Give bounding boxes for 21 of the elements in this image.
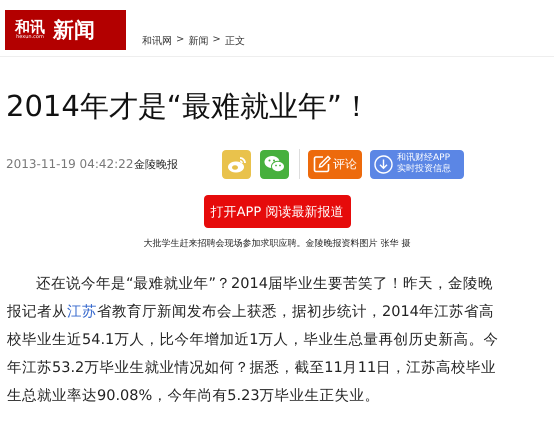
- image-caption: 大批学生赶来招聘会现场参加求职应聘。金陵晚报资料图片 张华 摄: [144, 238, 410, 250]
- news-source: 金陵晚报: [134, 156, 179, 172]
- logo-brand: 和讯: [15, 20, 45, 35]
- app-download-button[interactable]: 和讯财经APP 实时投资信息: [370, 150, 464, 178]
- breadcrumb-link[interactable]: 新闻: [188, 34, 208, 48]
- breadcrumb-link[interactable]: 正文: [224, 34, 245, 48]
- weibo-icon: [226, 156, 246, 172]
- article-paragraph: 还在说今年是“最难就业年”？2014届毕业生要苦笑了！昨天，金陵晚报记者从江苏省教育厅新闻发布会上获悉，据初步统计，2014年江苏省高校毕业生近54.1万人，比今年增加近1万人，毕业生总量再创历史新高。今年江苏53.2万毕业生就业情况如何？据悉，截至11月11日，江苏高校毕业生总就业率达90.08%，今年尚有5.23万毕业生正失业。: [7, 275, 499, 406]
- open-app-button[interactable]: 打开APP 阅读最新报道: [204, 195, 350, 228]
- article-title: 2014年才是“最难就业年”！: [6, 88, 372, 125]
- place-link[interactable]: 江苏: [67, 304, 97, 320]
- breadcrumb-separator: >: [212, 34, 221, 47]
- download-icon: [374, 154, 393, 174]
- publish-time: 2013-11-19 04:42:22: [6, 157, 134, 171]
- edit-icon: [313, 155, 331, 173]
- breadcrumb-separator: >: [176, 34, 184, 47]
- wechat-icon: [264, 155, 285, 173]
- wechat-share-button[interactable]: [260, 150, 289, 178]
- weibo-share-button[interactable]: [222, 150, 251, 178]
- breadcrumb-link[interactable]: 和讯网: [142, 34, 172, 48]
- logo-section: 新闻: [53, 16, 95, 44]
